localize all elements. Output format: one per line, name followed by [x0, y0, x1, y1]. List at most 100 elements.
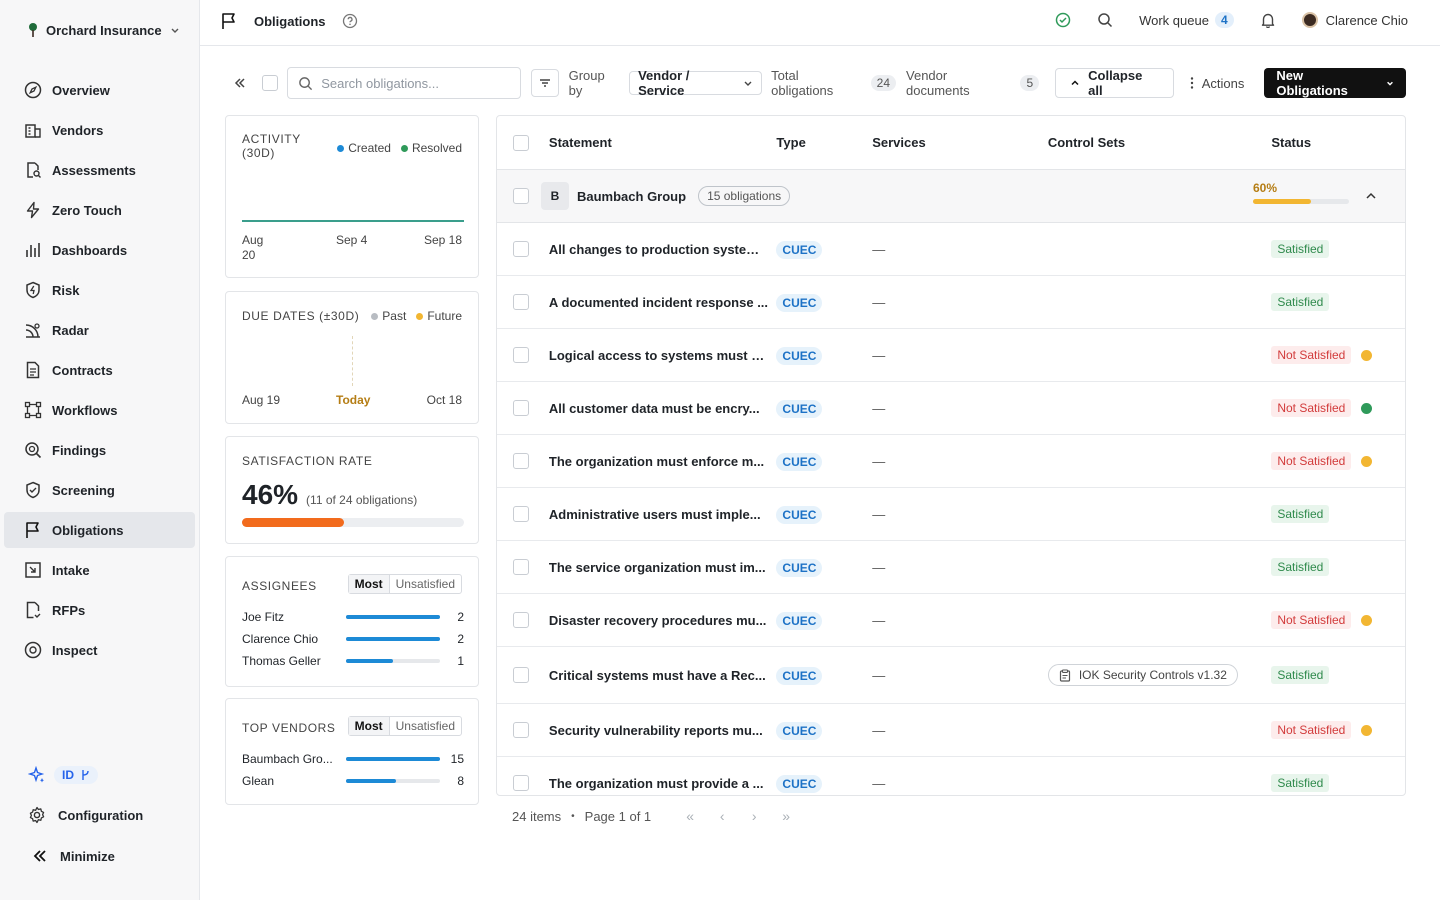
table-row[interactable]: Critical systems must have a Rec... CUEC —…: [497, 647, 1405, 704]
row-checkbox[interactable]: [513, 400, 529, 416]
row-checkbox[interactable]: [513, 347, 529, 363]
table-row[interactable]: Security vulnerability reports mu... CUEC…: [497, 704, 1405, 757]
search-icon[interactable]: [1097, 12, 1113, 28]
sidebar-item-overview[interactable]: Overview: [4, 72, 195, 108]
row-checkbox[interactable]: [513, 241, 529, 257]
vendor-row[interactable]: Glean 8: [242, 770, 464, 792]
sidebar-item-obligations[interactable]: Obligations: [4, 512, 195, 548]
sidebar-item-risk[interactable]: Risk: [4, 272, 195, 308]
row-checkbox[interactable]: [513, 612, 529, 628]
sidebar-item-assessments[interactable]: Assessments: [4, 152, 195, 188]
row-checkbox[interactable]: [513, 294, 529, 310]
sidebar-item-radar[interactable]: Radar: [4, 312, 195, 348]
table-row[interactable]: Logical access to systems must b... CUEC —…: [497, 329, 1405, 382]
row-statement[interactable]: Logical access to systems must b...: [549, 348, 777, 363]
chevron-down-icon: [743, 78, 753, 88]
table-row[interactable]: The service organization must im... CUEC —…: [497, 541, 1405, 594]
row-statement[interactable]: The service organization must im...: [549, 560, 777, 575]
row-checkbox[interactable]: [513, 559, 529, 575]
collapse-all-button[interactable]: Collapse all: [1055, 68, 1174, 98]
vendor-documents-label[interactable]: Vendor documents: [906, 68, 1012, 98]
sidebar-item-workflows[interactable]: Workflows: [4, 392, 195, 428]
first-page-icon[interactable]: «: [679, 808, 701, 824]
bell-icon[interactable]: [1260, 12, 1276, 28]
row-statement[interactable]: Security vulnerability reports mu...: [549, 723, 777, 738]
row-checkbox[interactable]: [513, 722, 529, 738]
row-type-cell: CUEC: [776, 558, 872, 577]
chevron-up-icon[interactable]: [1365, 190, 1377, 202]
group-checkbox[interactable]: [513, 188, 529, 204]
check-circle-icon[interactable]: [1055, 12, 1071, 28]
filter-button[interactable]: [531, 69, 559, 97]
column-statement[interactable]: Statement: [549, 135, 777, 150]
row-checkbox[interactable]: [513, 506, 529, 522]
assignees-tab-most[interactable]: Most: [348, 575, 390, 593]
sidebar-item-contracts[interactable]: Contracts: [4, 352, 195, 388]
actions-button[interactable]: Actions: [1190, 76, 1244, 91]
minimize-button[interactable]: Minimize: [32, 848, 115, 864]
vendor-row[interactable]: Baumbach Gro... 15: [242, 748, 464, 770]
sidebar-item-intake[interactable]: Intake: [4, 552, 195, 588]
column-services[interactable]: Services: [872, 135, 1048, 150]
header-checkbox-cell: [497, 134, 549, 151]
next-page-icon[interactable]: ›: [743, 808, 765, 824]
assignee-row[interactable]: Clarence Chio 2: [242, 628, 464, 650]
org-switcher[interactable]: Orchard Insurance: [28, 22, 180, 38]
row-checkbox[interactable]: [513, 453, 529, 469]
collapse-panel-button[interactable]: [225, 76, 254, 90]
sidebar-item-dashboards[interactable]: Dashboards: [4, 232, 195, 268]
page-indicator: Page 1 of 1: [584, 808, 652, 824]
row-statement[interactable]: A documented incident response ...: [549, 295, 777, 310]
table-row[interactable]: Disaster recovery procedures mu... CUEC — N…: [497, 594, 1405, 647]
id-row[interactable]: ID: [28, 766, 98, 784]
table-row[interactable]: All changes to production system... CUEC —…: [497, 223, 1405, 276]
assignees-tab-unsatisfied[interactable]: Unsatisfied: [390, 575, 461, 593]
header-checkbox[interactable]: [513, 134, 529, 151]
last-page-icon[interactable]: »: [775, 808, 797, 824]
new-obligations-button[interactable]: New Obligations: [1264, 68, 1407, 98]
vendor-count: 8: [457, 774, 464, 788]
sidebar-item-zero-touch[interactable]: Zero Touch: [4, 192, 195, 228]
help-icon[interactable]: [342, 13, 358, 29]
select-all-checkbox[interactable]: [262, 75, 279, 91]
group-row[interactable]: B Baumbach Group 15 obligations 60%: [497, 170, 1405, 223]
previous-page-icon[interactable]: ‹: [711, 808, 733, 824]
sidebar-item-screening[interactable]: Screening: [4, 472, 195, 508]
table-row[interactable]: The organization must provide a ... CUEC —…: [497, 757, 1405, 795]
user-menu[interactable]: Clarence Chio: [1301, 12, 1408, 28]
work-queue-button[interactable]: Work queue 4: [1139, 12, 1234, 28]
assignees-title: ASSIGNEES: [242, 579, 317, 593]
top-vendors-tab-most[interactable]: Most: [348, 717, 390, 735]
control-set-label: IOK Security Controls v1.32: [1078, 668, 1227, 682]
row-statement[interactable]: The organization must enforce m...: [549, 454, 777, 469]
sidebar-item-findings[interactable]: Findings: [4, 432, 195, 468]
row-statement[interactable]: Critical systems must have a Rec...: [549, 668, 777, 683]
assignee-row[interactable]: Thomas Geller 1: [242, 650, 464, 672]
column-type[interactable]: Type: [776, 135, 872, 150]
table-row[interactable]: A documented incident response ... CUEC — S…: [497, 276, 1405, 329]
table-row[interactable]: The organization must enforce m... CUEC — N…: [497, 435, 1405, 488]
row-statement[interactable]: Administrative users must imple...: [549, 507, 777, 522]
sidebar-item-rfps[interactable]: RFPs: [4, 592, 195, 628]
column-status[interactable]: Status: [1271, 135, 1405, 150]
sidebar-item-inspect[interactable]: Inspect: [4, 632, 195, 668]
assignee-bar: [346, 637, 440, 641]
table-row[interactable]: All customer data must be encry... CUEC — N…: [497, 382, 1405, 435]
row-statement[interactable]: Disaster recovery procedures mu...: [549, 613, 777, 628]
row-checkbox[interactable]: [513, 775, 529, 791]
group-by-select[interactable]: Vendor / Service: [629, 68, 763, 98]
row-checkbox[interactable]: [513, 667, 529, 683]
table-row[interactable]: Administrative users must imple... CUEC — S…: [497, 488, 1405, 541]
column-control-sets[interactable]: Control Sets: [1048, 135, 1272, 150]
row-statement[interactable]: All customer data must be encry...: [549, 401, 777, 416]
id-badge[interactable]: ID: [54, 766, 98, 784]
row-type-tag: CUEC: [776, 505, 823, 524]
assignee-row[interactable]: Joe Fitz 2: [242, 606, 464, 628]
control-set-pill[interactable]: IOK Security Controls v1.32: [1047, 664, 1238, 686]
top-vendors-tab-unsatisfied[interactable]: Unsatisfied: [390, 717, 461, 735]
row-statement[interactable]: The organization must provide a ...: [549, 776, 777, 791]
row-statement[interactable]: All changes to production system...: [549, 242, 777, 257]
configuration-button[interactable]: Configuration: [28, 806, 143, 824]
sidebar-item-vendors[interactable]: Vendors: [4, 112, 195, 148]
search-input[interactable]: [321, 75, 512, 91]
